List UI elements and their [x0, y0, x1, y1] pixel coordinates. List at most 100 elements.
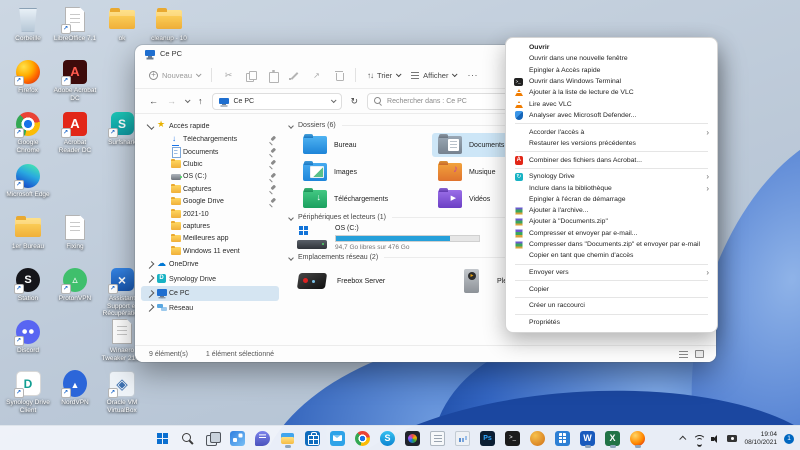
context-menu-item[interactable]: Créer un raccourci ›	[506, 300, 717, 311]
expand-chevron-icon[interactable]	[147, 275, 155, 283]
sidebar-item[interactable]: Accès rapide	[141, 119, 279, 134]
sidebar-item[interactable]: Réseau	[141, 301, 279, 316]
delete-button[interactable]	[333, 70, 344, 81]
taskbar-icon[interactable]	[229, 429, 247, 448]
camera-icon[interactable]	[727, 435, 737, 442]
taskbar-icon[interactable]	[579, 429, 597, 448]
taskbar-icon[interactable]	[354, 429, 372, 448]
desktop-icon[interactable]: Firefox	[6, 58, 50, 95]
cut-button[interactable]	[223, 70, 234, 81]
desktop-icon[interactable]: Microsoft Edge	[6, 162, 50, 199]
sidebar-item[interactable]: Clubic	[141, 158, 279, 170]
search-input[interactable]: Rechercher dans : Ce PC	[367, 93, 517, 110]
taskbar-icon[interactable]	[179, 429, 197, 448]
context-menu-item[interactable]: ›	[515, 123, 708, 124]
paste-button[interactable]	[267, 70, 278, 81]
context-menu-item[interactable]: Accorder l'accès à ›	[506, 126, 717, 137]
taskbar-icon[interactable]	[279, 429, 297, 448]
context-menu-item[interactable]: Envoyer vers ›	[506, 267, 717, 278]
collapse-chevron-icon[interactable]	[288, 215, 294, 221]
expand-chevron-icon[interactable]	[147, 261, 155, 269]
desktop-icon[interactable]: Adobe Acrobat DC	[53, 58, 97, 102]
sidebar-item[interactable]: captures	[141, 220, 279, 232]
thumbnail-view-toggle-icon[interactable]	[695, 350, 704, 358]
notification-badge[interactable]: 1	[784, 434, 794, 444]
desktop-icon[interactable]: ok	[100, 6, 144, 43]
taskbar-icon[interactable]	[379, 429, 397, 448]
collapse-chevron-icon[interactable]	[288, 255, 294, 261]
context-menu-item[interactable]: ›	[515, 297, 708, 298]
expand-chevron-icon[interactable]	[147, 290, 155, 298]
context-menu-item[interactable]: Analyser avec Microsoft Defender... ›	[506, 110, 717, 121]
sidebar-item[interactable]: Synology Drive	[141, 272, 279, 287]
copy-button[interactable]	[245, 70, 256, 81]
context-menu-item[interactable]: Épingler à Accès rapide ›	[506, 65, 717, 76]
volume-icon[interactable]	[711, 434, 720, 443]
view-button[interactable]: Afficher	[411, 71, 456, 80]
folder-tile[interactable]: Téléchargements	[297, 187, 429, 211]
context-menu-item[interactable]: Combiner des fichiers dans Acrobat... ›	[506, 154, 717, 165]
refresh-button[interactable]: ↻	[351, 96, 359, 107]
context-menu-item[interactable]: Ajouter à "Documents.zip" ›	[506, 216, 717, 227]
desktop-icon[interactable]: Corbeille	[6, 6, 50, 43]
taskbar-icon[interactable]	[404, 429, 422, 448]
clock[interactable]: 19:04 08/10/2021	[744, 431, 777, 447]
desktop-icon[interactable]: cleanup - 10	[147, 6, 191, 43]
context-menu-item[interactable]: ›	[515, 151, 708, 152]
forward-button[interactable]: →	[167, 96, 176, 106]
sidebar-item[interactable]: Google Drive	[141, 195, 279, 207]
history-chevron-icon[interactable]	[185, 97, 191, 103]
context-menu-item[interactable]: ›	[515, 168, 708, 169]
desktop-icon[interactable]: Oracle VM VirtualBox	[100, 370, 144, 414]
desktop-icon[interactable]: ProtonVPN	[53, 266, 97, 303]
chevron-down-icon[interactable]	[330, 97, 336, 103]
rename-button[interactable]	[289, 70, 300, 81]
back-button[interactable]: ←	[149, 96, 158, 106]
context-menu-item[interactable]: Ajouter à l'archive... ›	[506, 205, 717, 216]
desktop-icon[interactable]: Discord	[6, 318, 50, 355]
desktop-icon[interactable]: Synology Drive Client	[6, 370, 50, 414]
sidebar-item[interactable]: Ce PC	[141, 286, 279, 301]
taskbar-icon[interactable]	[204, 429, 222, 448]
sidebar-item[interactable]: Documents	[141, 146, 279, 158]
details-view-toggle-icon[interactable]	[679, 351, 688, 358]
wifi-icon[interactable]	[693, 434, 704, 444]
taskbar-icon[interactable]	[504, 429, 522, 448]
context-menu-item[interactable]: Ouvrir dans Windows Terminal ›	[506, 76, 717, 87]
desktop-icon[interactable]: LibreOffice 7.1	[53, 6, 97, 43]
context-menu-item[interactable]: Inclure dans la bibliothèque ›	[506, 182, 717, 193]
context-menu-item[interactable]: Propriétés ›	[506, 317, 717, 328]
context-menu-item[interactable]: Copier ›	[506, 284, 717, 295]
expand-chevron-icon[interactable]	[147, 122, 155, 130]
context-menu-item[interactable]: Copier en tant que chemin d'accès ›	[506, 250, 717, 261]
context-menu-item[interactable]: Ouvrir ›	[506, 42, 717, 53]
sidebar-item[interactable]: Téléchargements	[141, 134, 279, 146]
taskbar-icon[interactable]	[329, 429, 347, 448]
collapse-chevron-icon[interactable]	[288, 123, 294, 129]
taskbar-icon[interactable]	[629, 429, 647, 448]
sidebar-item[interactable]: Meilleures app	[141, 233, 279, 245]
sidebar-item[interactable]: Windows 11 event	[141, 245, 279, 257]
new-button[interactable]: + Nouveau	[149, 71, 200, 80]
desktop-icon[interactable]: Google Chrome	[6, 110, 50, 154]
desktop-icon[interactable]: Station	[6, 266, 50, 303]
taskbar-icon[interactable]	[454, 429, 472, 448]
sidebar-item[interactable]: 2021-10	[141, 208, 279, 220]
context-menu-item[interactable]: Lire avec VLC ›	[506, 98, 717, 109]
tray-overflow-chevron-icon[interactable]	[680, 436, 687, 443]
network-location-item[interactable]: Freebox Server	[297, 265, 447, 297]
up-button[interactable]: ↑	[198, 96, 203, 106]
more-button[interactable]: ···	[467, 70, 478, 80]
taskbar-icon[interactable]	[604, 429, 622, 448]
taskbar-icon[interactable]	[529, 429, 547, 448]
breadcrumb[interactable]: Ce PC	[212, 93, 342, 110]
context-menu-item[interactable]: Compresser et envoyer par e-mail... ›	[506, 228, 717, 239]
taskbar-icon[interactable]	[304, 429, 322, 448]
taskbar-icon[interactable]	[254, 429, 272, 448]
context-menu-item[interactable]: ›	[515, 280, 708, 281]
sidebar-item[interactable]: OS (C:)	[141, 171, 279, 183]
sort-button[interactable]: ↑↓ Trier	[367, 71, 400, 80]
context-menu-item[interactable]: Compresser dans "Documents.zip" et envoy…	[506, 239, 717, 250]
context-menu-item[interactable]: ›	[515, 314, 708, 315]
expand-chevron-icon[interactable]	[147, 304, 155, 312]
